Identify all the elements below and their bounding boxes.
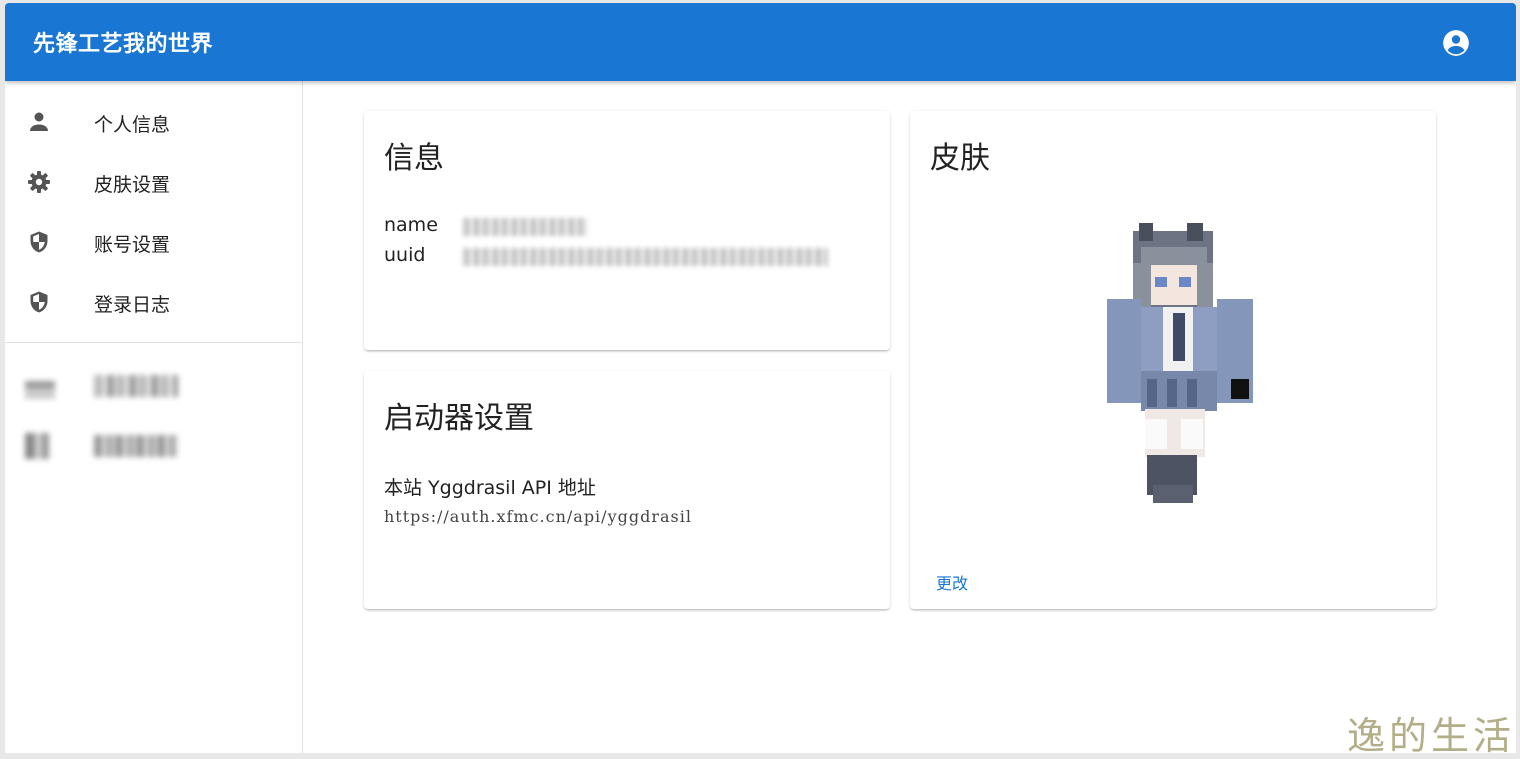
uuid-label: uuid	[384, 244, 426, 266]
watermark-text: 逸的生活	[1347, 714, 1516, 753]
sidebar-item-redacted-2[interactable]	[5, 416, 303, 476]
sidebar-item-account-settings[interactable]: 账号设置	[5, 212, 303, 272]
skin-card-title: 皮肤	[930, 141, 990, 176]
sidebar-item-login-log[interactable]: 登录日志	[5, 272, 303, 332]
sidebar-divider	[5, 342, 303, 343]
api-address-value[interactable]: https://auth.xfmc.cn/api/yggdrasil	[384, 507, 692, 526]
person-icon	[30, 112, 48, 131]
api-address-label: 本站 Yggdrasil API 地址	[384, 477, 596, 499]
sidebar-item-profile[interactable]: 个人信息	[5, 92, 303, 152]
name-value-redacted	[463, 218, 588, 236]
sidebar-item-redacted-1[interactable]	[5, 356, 303, 416]
skin-card: 皮肤 更改	[910, 111, 1436, 609]
sidebar-item-label: 登录日志	[94, 294, 171, 316]
name-label: name	[384, 214, 438, 236]
sidebar-item-label: 个人信息	[94, 114, 171, 136]
shield-icon	[30, 231, 48, 253]
sidebar-item-label: 账号设置	[94, 234, 171, 256]
redacted-icon	[25, 433, 49, 459]
redacted-icon	[25, 373, 55, 399]
app-bar: 先锋工艺我的世界	[5, 3, 1516, 81]
shield-icon	[30, 291, 48, 313]
info-card: 信息 name uuid	[364, 111, 890, 350]
launcher-card-title: 启动器设置	[384, 401, 534, 436]
info-card-title: 信息	[384, 141, 444, 176]
sidebar-nav: 个人信息 皮肤设置 账号设置 登录日志	[5, 81, 303, 753]
redacted-label	[94, 435, 178, 457]
skin-preview-image	[1107, 223, 1253, 503]
browser-viewport: 先锋工艺我的世界 个人信息 皮肤设置 账号设置 登录日志 信息 name uui…	[5, 3, 1516, 753]
app-title: 先锋工艺我的世界	[33, 32, 214, 57]
change-skin-button[interactable]: 更改	[932, 568, 972, 596]
account-circle-icon[interactable]	[1442, 29, 1470, 57]
gear-icon	[28, 171, 50, 193]
uuid-value-redacted	[463, 248, 828, 266]
sidebar-item-label: 皮肤设置	[94, 174, 171, 196]
redacted-label	[94, 375, 178, 397]
sidebar-item-skin-settings[interactable]: 皮肤设置	[5, 152, 303, 212]
launcher-settings-card: 启动器设置 本站 Yggdrasil API 地址 https://auth.x…	[364, 371, 890, 609]
